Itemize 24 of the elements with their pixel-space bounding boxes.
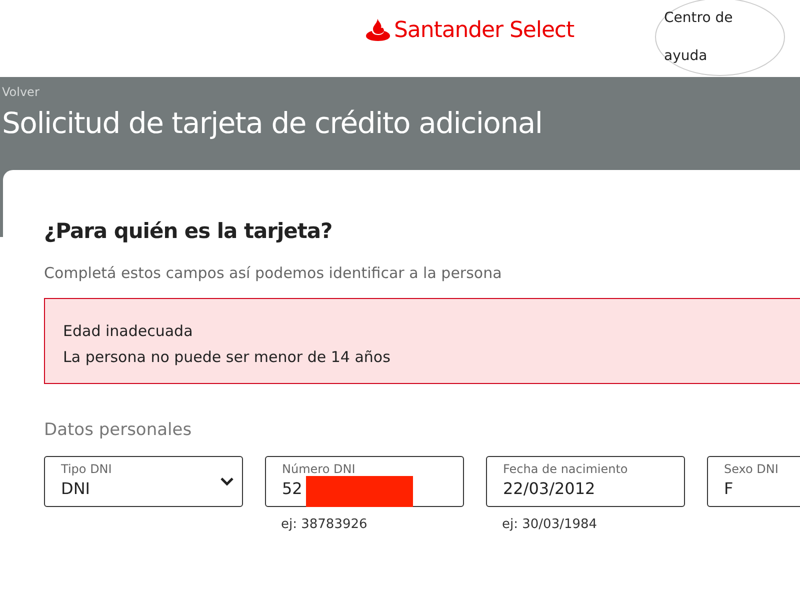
chevron-down-icon xyxy=(220,476,234,486)
field-label: Tipo DNI xyxy=(61,462,113,476)
field-value: DNI xyxy=(61,478,90,500)
input-field[interactable]: Número DNI 52 xyxy=(265,456,464,506)
help-button[interactable]: Centro de ayuda xyxy=(655,0,785,76)
field-value: 22/03/2012 xyxy=(503,478,596,500)
brand-name: Santander Select xyxy=(394,20,574,42)
alert-title: Edad inadecuada xyxy=(63,321,194,342)
page-title: Solicitud de tarjeta de crédito adicional xyxy=(2,105,544,142)
field-hint: ej: 30/03/1984 xyxy=(501,516,598,534)
form-subtitle: Completá estos campos así podemos identificar a la persona xyxy=(44,262,503,284)
alert-message: La persona no puede ser menor de 14 años xyxy=(63,347,392,368)
flame-logo-icon xyxy=(366,19,390,43)
field-value: F xyxy=(724,478,734,500)
form-heading: ¿Para quién es la tarjeta? xyxy=(44,218,334,245)
input-field[interactable]: Fecha de nacimiento 22/03/2012 xyxy=(486,456,685,506)
field-label: Sexo DNI xyxy=(724,462,780,476)
field-hint: ej: 38783926 xyxy=(280,516,368,534)
input-field[interactable]: Sexo DNI F xyxy=(707,456,800,506)
field-label: Fecha de nacimiento xyxy=(503,462,629,476)
field-value: 52 xyxy=(282,478,302,500)
select-field[interactable]: Tipo DNI DNI xyxy=(44,456,243,506)
field-label: Número DNI xyxy=(282,462,356,476)
section-title: Datos personales xyxy=(44,419,193,442)
